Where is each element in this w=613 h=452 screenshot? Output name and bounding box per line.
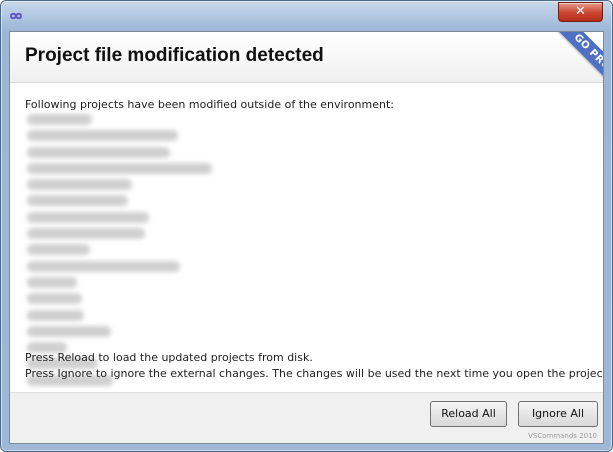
list-item	[27, 146, 170, 158]
reload-instruction: Press Reload to load the updated project…	[25, 351, 313, 364]
reload-all-button[interactable]: Reload All	[430, 401, 507, 427]
close-icon: ✕	[575, 4, 586, 19]
list-item	[27, 309, 84, 321]
modification-message: Following projects have been modified ou…	[25, 98, 395, 111]
dialog-window: ✕ Project file modification detected GO …	[0, 0, 613, 452]
go-pro-label: GO PRO	[554, 32, 603, 84]
list-item	[27, 325, 111, 337]
vscommands-infinity-icon	[9, 8, 23, 22]
list-item	[27, 130, 178, 142]
go-pro-ribbon[interactable]: GO PRO	[551, 32, 603, 84]
list-item	[27, 211, 149, 223]
ignore-instruction: Press Ignore to ignore the external chan…	[25, 367, 604, 380]
list-item	[27, 114, 92, 125]
watermark: VSCommands 2010	[528, 432, 597, 440]
dialog-header: Project file modification detected GO PR…	[10, 32, 603, 84]
title-bar[interactable]: ✕	[1, 1, 612, 29]
list-item	[27, 228, 145, 240]
list-item	[27, 195, 128, 207]
list-item	[27, 293, 82, 305]
close-button[interactable]: ✕	[558, 2, 603, 22]
button-bar: Reload All Ignore All VSCommands 2010	[10, 392, 603, 443]
instructions: Press Reload to load the updated project…	[25, 350, 604, 382]
list-item	[27, 162, 212, 174]
list-item	[27, 179, 132, 191]
ignore-all-button[interactable]: Ignore All	[518, 401, 598, 427]
list-item	[27, 260, 180, 272]
list-item	[27, 244, 90, 256]
list-item	[27, 276, 77, 288]
dialog-client-area: Project file modification detected GO PR…	[9, 31, 604, 444]
page-title: Project file modification detected	[25, 45, 324, 66]
